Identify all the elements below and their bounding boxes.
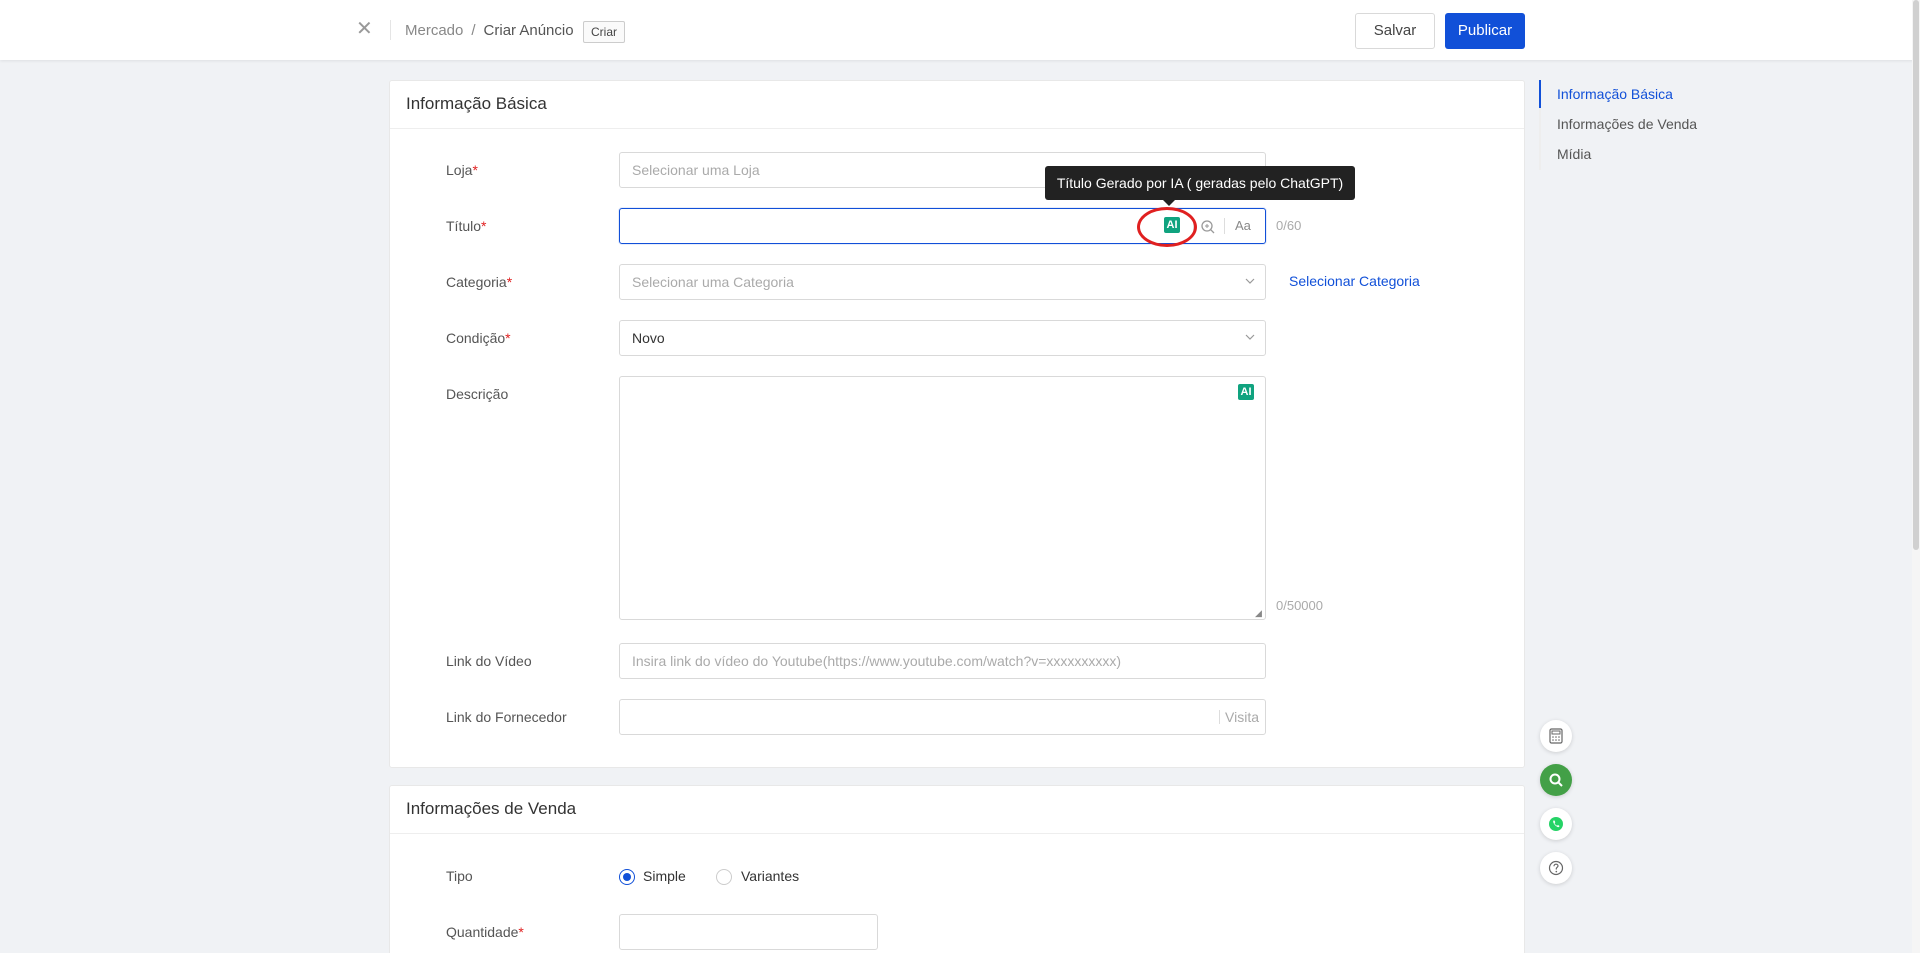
- radio-simple-label[interactable]: Simple: [643, 868, 686, 884]
- help-icon: [1548, 860, 1564, 876]
- search-icon: [1549, 773, 1563, 787]
- description-counter: 0/50000: [1276, 598, 1323, 613]
- breadcrumb-item-market[interactable]: Mercado: [405, 22, 463, 39]
- header-divider: [390, 20, 391, 40]
- chevron-down-icon: [1245, 334, 1255, 340]
- type-label: Tipo: [446, 868, 473, 884]
- visit-button[interactable]: Visita: [1225, 700, 1259, 734]
- title-counter: 0/60: [1276, 218, 1302, 233]
- sale-info-title: Informações de Venda: [390, 786, 1524, 834]
- help-button[interactable]: [1540, 852, 1572, 884]
- anchor-nav-active-bar: [1539, 80, 1541, 108]
- breadcrumb-item-create-listing: Criar Anúncio: [483, 22, 574, 39]
- save-button[interactable]: Salvar: [1355, 13, 1435, 49]
- anchor-sale-info[interactable]: Informações de Venda: [1557, 116, 1697, 132]
- anchor-media[interactable]: Mídia: [1557, 146, 1591, 162]
- title-label: Título*: [446, 218, 487, 234]
- condition-label: Condição*: [446, 330, 511, 346]
- supplier-link-input[interactable]: Visita: [619, 699, 1266, 735]
- condition-select[interactable]: Novo: [619, 320, 1266, 356]
- video-label: Link do Vídeo: [446, 653, 532, 669]
- store-label: Loja*: [446, 162, 478, 178]
- basic-info-title: Informação Básica: [390, 81, 1524, 129]
- tooltip-arrow: [1163, 200, 1175, 206]
- category-select[interactable]: Selecionar uma Categoria: [619, 264, 1266, 300]
- video-link-input[interactable]: Insira link do vídeo do Youtube(https://…: [619, 643, 1266, 679]
- title-icon-separator-2: [1224, 218, 1225, 234]
- supplier-label: Link do Fornecedor: [446, 709, 567, 725]
- whatsapp-button[interactable]: [1540, 808, 1572, 840]
- quantity-label: Quantidade*: [446, 924, 524, 940]
- search-float-button[interactable]: [1540, 764, 1572, 796]
- video-placeholder: Insira link do vídeo do Youtube(https://…: [632, 653, 1122, 669]
- description-label: Descrição: [446, 386, 509, 402]
- chevron-down-icon: [1245, 278, 1255, 284]
- text-case-icon[interactable]: Aa: [1235, 209, 1251, 243]
- resize-handle-icon[interactable]: ◢: [1255, 609, 1263, 618]
- select-category-link[interactable]: Selecionar Categoria: [1289, 273, 1420, 289]
- visit-separator: [1219, 710, 1220, 724]
- category-label: Categoria*: [446, 274, 513, 290]
- top-bar: ✕ Mercado / Criar Anúncio Criar Salvar P…: [0, 0, 1920, 60]
- publish-button[interactable]: Publicar: [1445, 13, 1525, 49]
- mode-badge: Criar: [583, 21, 625, 43]
- sale-info-card: Informações de Venda Tipo Simple Variant…: [389, 785, 1525, 953]
- radio-simple[interactable]: [619, 869, 635, 885]
- ai-title-tooltip: Título Gerado por IA ( geradas pelo Chat…: [1045, 166, 1355, 200]
- store-placeholder: Selecionar uma Loja: [632, 162, 760, 178]
- close-icon[interactable]: ✕: [356, 18, 374, 40]
- calculator-button[interactable]: [1540, 720, 1572, 752]
- radio-variants-label[interactable]: Variantes: [741, 868, 799, 884]
- ai-description-icon[interactable]: AI: [1238, 384, 1254, 400]
- highlight-circle: [1137, 207, 1197, 247]
- condition-value: Novo: [632, 330, 665, 346]
- quantity-input[interactable]: [619, 914, 878, 950]
- zoom-search-icon[interactable]: [1200, 219, 1216, 235]
- radio-variants[interactable]: [716, 869, 732, 885]
- calculator-icon: [1549, 728, 1563, 744]
- description-textarea[interactable]: AI ◢: [619, 376, 1266, 620]
- anchor-basic-info[interactable]: Informação Básica: [1557, 86, 1673, 102]
- category-placeholder: Selecionar uma Categoria: [632, 274, 794, 290]
- whatsapp-icon: [1549, 817, 1563, 831]
- breadcrumb: Mercado / Criar Anúncio: [405, 22, 574, 39]
- breadcrumb-separator: /: [471, 22, 476, 39]
- page-scrollbar-thumb[interactable]: [1913, 0, 1919, 550]
